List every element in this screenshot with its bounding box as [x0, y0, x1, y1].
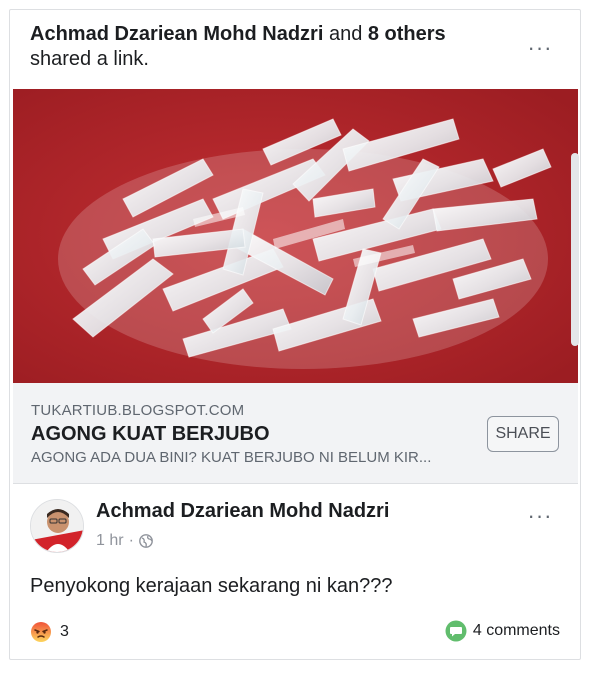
link-domain: TUKARTIUB.BLOGSPOT.COM — [31, 402, 245, 419]
crystals-image — [13, 89, 578, 383]
post-timestamp[interactable]: 1 hr — [96, 532, 124, 550]
post-text: Penyokong kerajaan sekarang ni kan??? — [30, 575, 393, 597]
reaction-summary[interactable]: 3 — [30, 621, 69, 643]
share-actor-link[interactable]: Achmad Dzariean Mohd Nadzri — [30, 23, 323, 45]
share-header: Achmad Dzariean Mohd Nadzri and 8 others… — [30, 22, 510, 72]
share-action-text: shared a link. — [30, 48, 149, 70]
avatar-image — [31, 500, 83, 552]
comments-link[interactable]: 4 comments — [445, 620, 560, 642]
comments-count-label: 4 comments — [472, 622, 560, 639]
share-others-link[interactable]: 8 others — [368, 23, 446, 45]
link-preview-image[interactable] — [13, 89, 578, 383]
angry-reaction-icon — [31, 622, 51, 642]
link-description: AGONG ADA DUA BINI? KUAT BERJUBO NI BELU… — [31, 449, 432, 466]
post-more-options-button[interactable]: ··· — [525, 505, 555, 529]
avatar[interactable] — [30, 499, 84, 553]
post-more-options-button[interactable]: ··· — [525, 37, 555, 61]
meta-separator: · — [128, 532, 134, 549]
comment-bubble-icon — [445, 620, 467, 642]
share-button[interactable]: SHARE — [487, 416, 559, 452]
post-card: Achmad Dzariean Mohd Nadzri and 8 others… — [9, 9, 581, 660]
post-meta: 1 hr · — [96, 532, 153, 550]
scrollbar[interactable] — [571, 153, 579, 346]
share-conjunction: and — [323, 23, 368, 45]
link-title[interactable]: AGONG KUAT BERJUBO — [31, 423, 270, 446]
globe-icon — [139, 534, 153, 548]
reaction-count: 3 — [60, 623, 69, 640]
link-preview-details[interactable]: TUKARTIUB.BLOGSPOT.COM AGONG KUAT BERJUB… — [13, 383, 578, 484]
post-author-name[interactable]: Achmad Dzariean Mohd Nadzri — [96, 500, 389, 523]
